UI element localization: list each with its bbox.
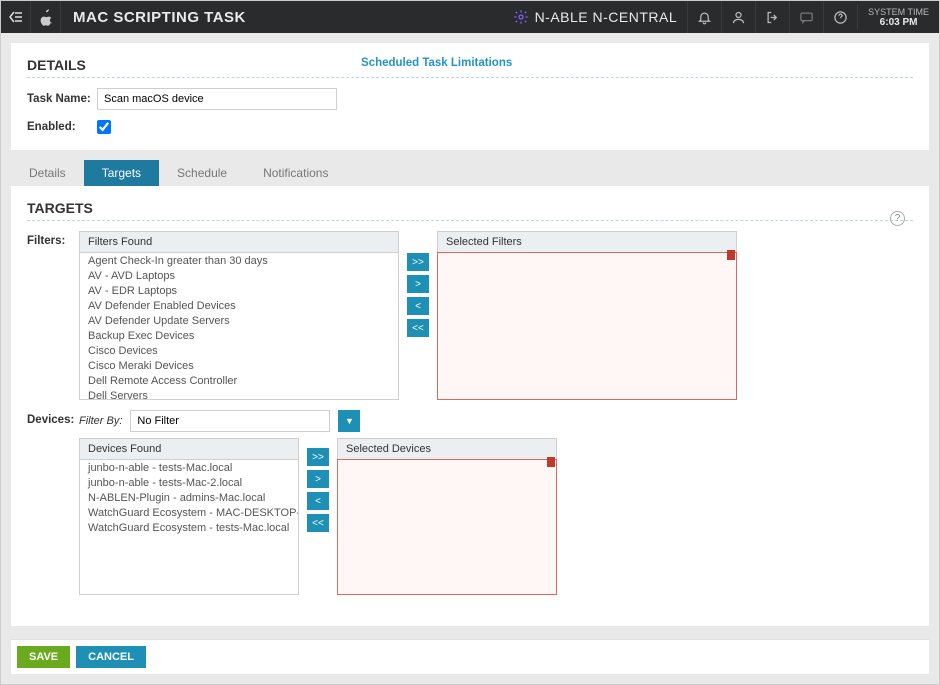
brand: N-ABLE N-CENTRAL — [503, 9, 688, 25]
devices-move-all-left-button[interactable]: << — [307, 514, 329, 532]
filters-move-all-left-button[interactable]: << — [407, 319, 429, 337]
list-item[interactable]: junbo-n-able - tests-Mac.local — [80, 460, 298, 475]
brand-gear-icon — [513, 9, 529, 25]
targets-help-icon[interactable]: ? — [890, 211, 905, 226]
tab-details[interactable]: Details — [11, 160, 84, 186]
system-time: SYSTEM TIME 6:03 PM — [857, 5, 939, 30]
selected-filters-header: Selected Filters — [437, 231, 737, 252]
selected-filters-list[interactable] — [437, 252, 737, 400]
menu-toggle[interactable] — [1, 1, 31, 33]
page-title: MAC SCRIPTING TASK — [61, 9, 258, 26]
selected-devices-box: Selected Devices — [337, 438, 557, 595]
devices-found-box: Devices Found junbo-n-able - tests-Mac.l… — [79, 438, 299, 595]
targets-panel: TARGETS ? Filters: Filters Found Agent C… — [11, 186, 929, 626]
scheduled-task-limitations-link[interactable]: Scheduled Task Limitations — [361, 57, 512, 69]
taskname-label: Task Name: — [27, 93, 97, 105]
list-item[interactable]: WatchGuard Ecosystem - tests-Mac.local — [80, 520, 298, 535]
notifications-icon[interactable] — [687, 1, 721, 33]
filters-move-all-right-button[interactable]: >> — [407, 253, 429, 271]
list-item[interactable]: Dell Servers — [80, 388, 398, 400]
logout-icon[interactable] — [755, 1, 789, 33]
taskname-input[interactable] — [97, 88, 337, 110]
cancel-button[interactable]: CANCEL — [76, 646, 146, 668]
filters-move-buttons: >> > < << — [407, 231, 429, 337]
selected-filters-box: Selected Filters — [437, 231, 737, 400]
enabled-checkbox[interactable] — [97, 120, 111, 134]
apple-mac-icon — [31, 1, 61, 33]
devices-found-list[interactable]: junbo-n-able - tests-Mac.localjunbo-n-ab… — [79, 459, 299, 595]
list-item[interactable]: Cisco Devices — [80, 343, 398, 358]
help-icon[interactable] — [823, 1, 857, 33]
devices-move-right-button[interactable]: > — [307, 470, 329, 488]
tab-notifications[interactable]: Notifications — [245, 160, 346, 186]
list-item[interactable]: WatchGuard Ecosystem - MAC-DESKTOP-1.loc… — [80, 505, 298, 520]
chat-icon[interactable] — [789, 1, 823, 33]
tab-targets[interactable]: Targets — [84, 160, 159, 186]
save-button[interactable]: SAVE — [17, 646, 70, 668]
list-item[interactable]: Cisco Meraki Devices — [80, 358, 398, 373]
filters-move-left-button[interactable]: < — [407, 297, 429, 315]
filter-by-input[interactable] — [130, 410, 330, 432]
brand-text: N-ABLE N-CENTRAL — [535, 9, 678, 25]
devices-move-left-button[interactable]: < — [307, 492, 329, 510]
system-time-value: 6:03 PM — [868, 17, 929, 28]
enabled-label: Enabled: — [27, 121, 97, 133]
user-icon[interactable] — [721, 1, 755, 33]
list-item[interactable]: AV Defender Update Servers — [80, 313, 398, 328]
topbar: MAC SCRIPTING TASK N-ABLE N-CENTRAL SYST… — [1, 1, 939, 33]
filters-found-list[interactable]: Agent Check-In greater than 30 daysAV - … — [79, 252, 399, 400]
selected-devices-list[interactable] — [337, 459, 557, 595]
list-item[interactable]: N-ABLEN-Plugin - admins-Mac.local — [80, 490, 298, 505]
footer: SAVE CANCEL — [11, 639, 929, 674]
details-panel: DETAILS Scheduled Task Limitations Task … — [11, 43, 929, 150]
filter-by-row: Filter By: ▼ — [79, 410, 557, 432]
devices-found-header: Devices Found — [79, 438, 299, 459]
filters-found-header: Filters Found — [79, 231, 399, 252]
filters-label: Filters: — [27, 231, 79, 247]
filter-by-dropdown-button[interactable]: ▼ — [338, 410, 360, 432]
list-item[interactable]: AV - EDR Laptops — [80, 283, 398, 298]
list-item[interactable]: AV - AVD Laptops — [80, 268, 398, 283]
targets-heading: TARGETS — [27, 200, 913, 221]
devices-label: Devices: — [27, 410, 79, 426]
list-item[interactable]: AV Defender Enabled Devices — [80, 298, 398, 313]
devices-move-all-right-button[interactable]: >> — [307, 448, 329, 466]
required-flag-icon — [727, 250, 735, 260]
filters-found-box: Filters Found Agent Check-In greater tha… — [79, 231, 399, 400]
tabstrip: Details Targets Schedule Notifications — [11, 160, 929, 186]
list-item[interactable]: Dell Remote Access Controller — [80, 373, 398, 388]
system-time-label: SYSTEM TIME — [868, 7, 929, 17]
filters-move-right-button[interactable]: > — [407, 275, 429, 293]
selected-devices-header: Selected Devices — [337, 438, 557, 459]
list-item[interactable]: Agent Check-In greater than 30 days — [80, 253, 398, 268]
filter-by-label: Filter By: — [79, 415, 122, 427]
list-item[interactable]: Backup Exec Devices — [80, 328, 398, 343]
devices-move-buttons: >> > < << — [307, 438, 329, 532]
required-flag-icon — [547, 457, 555, 467]
list-item[interactable]: junbo-n-able - tests-Mac-2.local — [80, 475, 298, 490]
tab-schedule[interactable]: Schedule — [159, 160, 245, 186]
